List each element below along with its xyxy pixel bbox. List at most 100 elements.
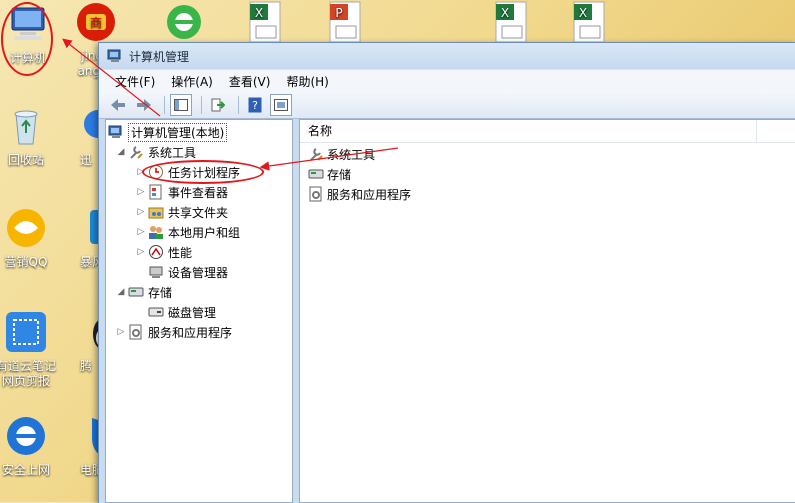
menu-action[interactable]: 操作(A)	[163, 71, 221, 92]
back-button[interactable]	[107, 94, 129, 116]
tree-item-label: 设备管理器	[168, 265, 229, 280]
tools-icon	[130, 146, 143, 159]
tree-item-performance[interactable]: ▷ 性能	[136, 242, 192, 262]
tree-item-services-apps[interactable]: ▷ 服务和应用程序	[116, 322, 232, 342]
storage-icon	[128, 287, 144, 297]
list-item[interactable]: 服务和应用程序	[308, 184, 411, 204]
desktop-icon-youdao[interactable]: 有道云笔记 网页剪报	[0, 310, 58, 389]
list-item[interactable]: 存储	[308, 164, 351, 184]
computer-management-window[interactable]: 计算机管理 文件(F) 操作(A) 查看(V) 帮助(H) ? 计算机管理(本地…	[98, 42, 795, 503]
svg-text:X: X	[501, 6, 509, 20]
desktop-icon-label: 安全上网	[1, 463, 50, 477]
list-item-label: 存储	[327, 167, 352, 182]
menu-help[interactable]: 帮助(H)	[278, 71, 336, 92]
details-list[interactable]: 名称 系统工具 存储 服务和应用程序	[299, 119, 795, 503]
shared-folder-icon	[148, 207, 164, 219]
desktop-icon-label: 营销QQ	[4, 255, 48, 269]
tree-item-label: 存储	[148, 285, 173, 300]
tree-item-label: 计算机管理(本地)	[128, 122, 228, 142]
forward-button[interactable]	[133, 94, 155, 116]
device-manager-icon	[149, 266, 163, 278]
desktop-icon-label: 回收站	[7, 153, 44, 167]
view-button[interactable]	[270, 94, 292, 116]
collapse-arrow-icon[interactable]: ◢	[116, 147, 126, 157]
tree-item-disk-management[interactable]: 磁盘管理	[148, 302, 216, 322]
list-item-label: 服务和应用程序	[327, 187, 412, 202]
toolbar-separator	[164, 96, 165, 114]
safe-browser-icon	[7, 417, 45, 455]
help-icon: ?	[248, 97, 262, 113]
tree-item-root[interactable]: 计算机管理(本地)	[108, 122, 228, 142]
desktop-icon-label: 有道云笔记	[0, 359, 56, 373]
desktop-icon-label-line2: 网页剪报	[1, 374, 50, 388]
excel-file-icon: X	[495, 1, 527, 43]
list-item-label: 系统工具	[327, 147, 376, 162]
list-item[interactable]: 系统工具	[308, 144, 375, 164]
tree-item-device-manager[interactable]: 设备管理器	[148, 262, 228, 282]
forward-icon	[137, 99, 151, 111]
desktop-icon-marketing-qq[interactable]: 营销QQ	[0, 206, 58, 270]
qq-marketing-icon	[7, 209, 45, 247]
window-title: 计算机管理	[129, 49, 190, 64]
ie-browser-icon	[167, 5, 201, 39]
show-console-tree-button[interactable]	[170, 94, 192, 116]
expand-arrow-icon[interactable]: ▷	[116, 327, 126, 337]
tree-item-system-tools[interactable]: ◢ 系统工具	[116, 142, 196, 162]
menu-bar: 文件(F) 操作(A) 查看(V) 帮助(H)	[99, 69, 795, 92]
menu-file[interactable]: 文件(F)	[107, 71, 163, 92]
export-icon	[211, 98, 225, 112]
tree-item-storage[interactable]: ◢ 存储	[116, 282, 172, 302]
tree-item-local-users[interactable]: ▷ 本地用户和组	[136, 222, 240, 242]
tree-item-label: 本地用户和组	[168, 225, 241, 240]
svg-text:商: 商	[90, 15, 102, 30]
export-list-button[interactable]	[207, 94, 229, 116]
svg-text:X: X	[255, 6, 263, 20]
svg-text:P: P	[335, 6, 342, 20]
desktop-icon-safe-browser[interactable]: 安全上网	[0, 414, 58, 478]
event-viewer-icon	[149, 184, 162, 200]
tools-icon	[310, 148, 323, 161]
collapse-arrow-icon[interactable]: ◢	[116, 287, 126, 297]
console-tree[interactable]: 计算机管理(本地) ◢ 系统工具 ▷ 任务计划程序 ▷ 事件查看器 ▷ 共享文件	[105, 119, 293, 503]
storage-icon	[308, 169, 324, 179]
tree-item-shared-folders[interactable]: ▷ 共享文件夹	[136, 202, 228, 222]
list-column-header: 名称	[300, 120, 795, 143]
tree-item-label: 系统工具	[148, 145, 197, 160]
menu-view[interactable]: 查看(V)	[221, 71, 279, 92]
tree-item-label: 服务和应用程序	[148, 325, 233, 340]
desktop-icon-recycle-bin[interactable]: 回收站	[0, 104, 58, 168]
computer-management-icon	[108, 125, 122, 138]
column-name-header[interactable]: 名称	[300, 120, 757, 142]
title-bar[interactable]: 计算机管理	[99, 43, 795, 69]
recycle-bin-icon	[14, 110, 38, 145]
tree-item-label: 性能	[168, 245, 193, 260]
performance-icon	[149, 245, 163, 259]
disk-icon	[148, 307, 164, 317]
annotation-circle-task-scheduler	[142, 160, 264, 184]
toolbar-separator	[201, 96, 202, 114]
tree-item-label: 共享文件夹	[168, 205, 229, 220]
svg-text:X: X	[579, 6, 587, 20]
toolbar-separator	[238, 96, 239, 114]
help-button[interactable]: ?	[244, 94, 266, 116]
shop-icon: 商	[77, 3, 115, 41]
tree-item-label: 事件查看器	[168, 185, 229, 200]
expand-arrow-icon[interactable]: ▷	[136, 187, 146, 197]
expand-arrow-icon[interactable]: ▷	[136, 207, 146, 217]
back-icon	[111, 99, 125, 111]
users-icon	[149, 226, 163, 239]
excel-file-icon: X	[573, 1, 605, 43]
youdao-clipper-icon	[6, 312, 46, 352]
content-area: 计算机管理(本地) ◢ 系统工具 ▷ 任务计划程序 ▷ 事件查看器 ▷ 共享文件	[105, 119, 795, 503]
tree-item-label: 磁盘管理	[168, 305, 217, 320]
services-icon	[129, 324, 142, 340]
computer-management-icon	[107, 49, 121, 62]
console-tree-icon	[174, 99, 188, 111]
expand-arrow-icon[interactable]: ▷	[136, 247, 146, 257]
expand-arrow-icon[interactable]: ▷	[136, 227, 146, 237]
tree-item-event-viewer[interactable]: ▷ 事件查看器	[136, 182, 228, 202]
annotation-circle-computer	[1, 2, 53, 76]
toolbar: ?	[99, 92, 795, 119]
ppt-file-icon: P	[329, 1, 361, 43]
excel-file-icon: X	[249, 1, 281, 43]
